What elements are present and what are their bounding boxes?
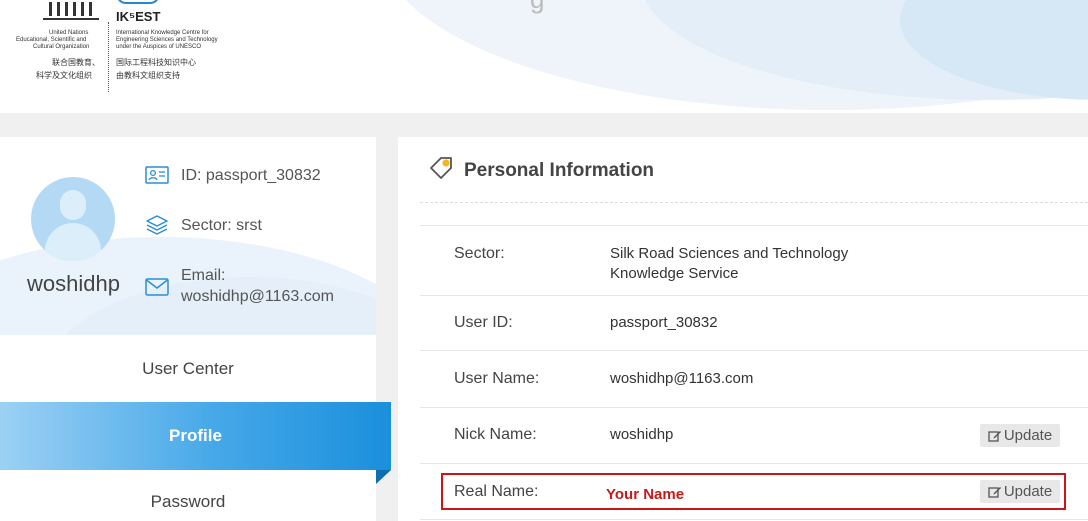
field-label: Sector: xyxy=(454,245,505,262)
ikcest-cn-line: 由教科文组织支持 xyxy=(116,71,180,80)
field-value: passport_30832 xyxy=(610,314,718,331)
edit-icon xyxy=(988,430,1001,442)
field-value: woshidhp xyxy=(610,426,674,443)
row-divider xyxy=(420,350,1088,351)
field-label: User ID: xyxy=(454,314,513,331)
menu-user-center[interactable]: User Center xyxy=(0,336,376,402)
menu-profile[interactable]: Profile xyxy=(0,402,391,470)
row-divider xyxy=(420,519,1088,520)
section-divider xyxy=(420,202,1088,203)
unesco-logo-icon xyxy=(43,0,99,20)
row-divider xyxy=(420,225,1088,226)
section-title: Personal Information xyxy=(464,159,655,181)
unesco-line: Cultural Organization xyxy=(33,44,90,50)
logo-divider xyxy=(108,22,110,92)
ikcest-logo-text: IK⁵EST xyxy=(116,9,161,24)
ikcest-logo-icon xyxy=(116,0,160,4)
profile-email-label: Email: xyxy=(181,267,226,284)
field-value-line: Silk Road Sciences and Technology xyxy=(610,245,849,262)
ikcest-line: under the Auspices of UNESCO xyxy=(116,44,202,50)
ikcest-line: International Knowledge Centre for xyxy=(116,30,209,36)
layers-icon xyxy=(145,215,169,235)
field-value-line: Knowledge Service xyxy=(610,265,739,282)
profile-sector-text: Sector: srst xyxy=(181,217,262,234)
profile-username: woshidhp xyxy=(27,271,120,296)
id-card-icon xyxy=(145,165,169,185)
header-partial-title: g xyxy=(530,0,544,15)
menu-password[interactable]: Password xyxy=(0,469,376,521)
profile-id-row: ID: passport_30832 xyxy=(145,165,321,186)
menu-active-fold xyxy=(376,470,391,484)
row-divider xyxy=(420,407,1088,408)
field-label: User Name: xyxy=(454,370,540,387)
update-button-label: Update xyxy=(1003,427,1053,444)
personal-info-panel: Personal Information Sector: Silk Road S… xyxy=(398,137,1088,521)
update-nickname-button[interactable]: Update xyxy=(980,424,1060,447)
real-name-highlight xyxy=(441,473,1066,510)
profile-email-block: Email: woshidhp@1163.com xyxy=(181,265,334,307)
profile-sector-row: Sector: srst xyxy=(145,215,262,236)
profile-id-text: ID: passport_30832 xyxy=(181,167,321,184)
section-header: Personal Information xyxy=(428,155,654,186)
unesco-cn-line: 联合国教育、 xyxy=(52,58,100,67)
ikcest-cn-line: 国际工程科技知识中心 xyxy=(116,58,196,67)
unesco-line: United Nations xyxy=(49,30,89,36)
field-label: Nick Name: xyxy=(454,426,537,443)
row-divider xyxy=(420,463,1088,464)
tag-icon xyxy=(428,155,454,186)
row-divider xyxy=(420,295,1088,296)
avatar[interactable] xyxy=(31,177,115,261)
ikcest-line: Engineering Sciences and Technology xyxy=(116,37,218,43)
profile-email-value: woshidhp@1163.com xyxy=(181,288,334,305)
field-value: woshidhp@1163.com xyxy=(610,370,754,387)
unesco-line: Educational, Scientific and xyxy=(16,37,87,43)
profile-card: woshidhp ID: passport_30832 Sector: srst… xyxy=(0,137,376,335)
unesco-cn-line: 科学及文化组织 xyxy=(36,71,92,80)
profile-email-row: Email: woshidhp@1163.com xyxy=(145,265,334,307)
mail-icon xyxy=(145,277,169,297)
site-header: g United Nations Educational, Scientific… xyxy=(0,0,1088,113)
field-value: Silk Road Sciences and Technology Knowle… xyxy=(610,244,848,284)
